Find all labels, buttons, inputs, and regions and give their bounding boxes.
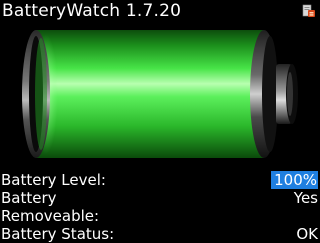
battery-removeable-row: Battery Yes: [0, 189, 320, 207]
battery-level-value[interactable]: 100%: [271, 171, 318, 189]
battery-status-row: Battery Status: OK: [0, 225, 320, 243]
title-bar: BatteryWatch 1.7.20: [0, 0, 320, 24]
app-title: BatteryWatch 1.7.20: [2, 1, 182, 21]
battery-level-row[interactable]: Battery Level: 100%: [0, 171, 320, 189]
battery-removeable-label-line1: Battery: [1, 189, 57, 207]
battery-status-label: Battery Status:: [1, 225, 115, 243]
app-badge-icon: [302, 4, 315, 17]
battery-status-value: OK: [296, 225, 318, 243]
battery-removeable-value: Yes: [293, 189, 318, 207]
battery-removeable-label-line2: Removeable:: [1, 207, 100, 225]
battery-icon: [22, 30, 298, 158]
battery-removeable-row-continued: Removeable:: [0, 207, 320, 225]
battery-level-label: Battery Level:: [1, 171, 106, 189]
